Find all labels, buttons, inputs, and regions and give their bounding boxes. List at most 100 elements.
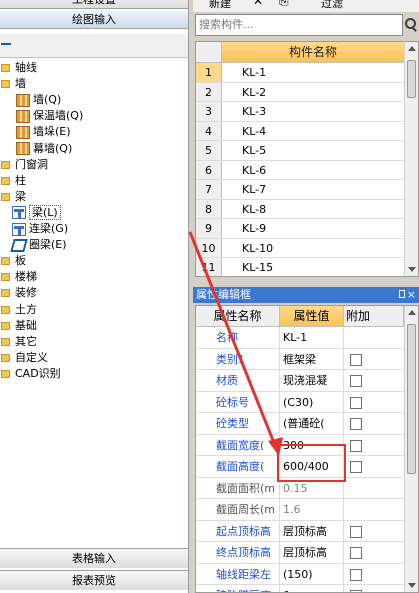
tree-item[interactable]: 自定义 [1, 350, 48, 366]
tree-item[interactable]: 土方 [1, 302, 37, 318]
property-row[interactable]: 砼类型 (普通砼( [196, 413, 404, 435]
tree-item[interactable]: 楼梯 [1, 269, 37, 285]
tree-item[interactable]: 墙垛(E) [16, 124, 71, 140]
filter-button[interactable]: 过滤 [321, 0, 343, 11]
table-row[interactable]: 5 KL-5 [196, 141, 404, 161]
extra-checkbox[interactable] [350, 396, 362, 409]
column-component-name[interactable]: 构件名称 [222, 42, 404, 62]
tab-report-preview[interactable]: 报表预览 [0, 570, 188, 590]
tree-item[interactable]: 基础 [1, 318, 37, 334]
beam-icon [12, 222, 26, 236]
header-extra[interactable]: 附加 [344, 306, 404, 326]
table-row[interactable]: 4 KL-4 [196, 121, 404, 141]
table-row[interactable]: 2 KL-2 [196, 82, 404, 102]
property-row[interactable]: 类别1 框架梁 [196, 348, 404, 370]
property-value[interactable]: KL-1 [280, 327, 344, 348]
component-name-cell[interactable]: KL-6 [222, 161, 404, 180]
wall-icon [16, 109, 30, 123]
tab-table-input[interactable]: 表格输入 [0, 548, 188, 568]
extra-checkbox[interactable] [350, 547, 362, 559]
property-value[interactable]: 现浇混凝 [280, 370, 344, 391]
scroll-down-icon[interactable] [408, 267, 416, 272]
property-value[interactable]: (普通砼( [280, 413, 344, 434]
property-row[interactable]: 砼标号 (C30) [196, 391, 404, 413]
tree-item[interactable]: 连梁(G) [12, 221, 68, 237]
property-value[interactable]: 框架梁 [280, 348, 344, 369]
tree-item-label: 基础 [15, 318, 37, 332]
property-value[interactable]: 层顶标高 [280, 542, 344, 563]
table-row[interactable]: 10 KL-10 [196, 238, 404, 258]
tree-item[interactable]: 墙(Q) [16, 92, 61, 108]
extra-checkbox[interactable] [350, 439, 362, 452]
tree-item[interactable]: 墙 [1, 76, 26, 92]
property-row[interactable]: 终点顶标高 层顶标高 [196, 542, 404, 564]
tree-item[interactable]: 其它 [1, 334, 37, 350]
tree-item[interactable]: 圈梁(E) [10, 237, 67, 253]
property-value[interactable]: (150) [280, 563, 344, 584]
extra-checkbox[interactable] [350, 525, 362, 538]
tree-item[interactable]: 梁 [1, 189, 26, 205]
property-row[interactable]: 材质 现浇混凝 [196, 370, 404, 392]
table-row[interactable]: 1 KL-1 [196, 63, 404, 83]
search-input[interactable]: 搜索构件... [195, 14, 403, 36]
scroll-up-icon[interactable] [408, 310, 416, 315]
property-row[interactable]: 起点顶标高 层顶标高 [196, 520, 404, 542]
scroll-thumb[interactable] [407, 324, 416, 474]
component-name-cell[interactable]: KL-3 [222, 102, 404, 121]
extra-checkbox[interactable] [350, 461, 362, 473]
delete-icon[interactable]: ✕ [253, 0, 263, 8]
component-name-cell[interactable]: KL-5 [222, 141, 404, 160]
component-name-cell[interactable]: KL-9 [222, 219, 404, 238]
property-row[interactable]: 截面周长(m 1.6 [196, 499, 404, 521]
component-name-cell[interactable]: KL-8 [222, 200, 404, 219]
property-scrollbar[interactable] [404, 306, 418, 592]
table-row[interactable]: 6 KL-6 [196, 160, 404, 180]
table-row[interactable]: 9 KL-9 [196, 219, 404, 239]
row-number: 10 [196, 238, 222, 257]
search-icon[interactable] [403, 16, 417, 32]
component-name-cell[interactable]: KL-2 [222, 83, 404, 102]
extra-checkbox[interactable] [350, 375, 362, 387]
component-name-cell[interactable]: KL-7 [222, 180, 404, 199]
extra-checkbox[interactable] [350, 418, 362, 430]
component-name-cell[interactable]: KL-4 [222, 122, 404, 141]
property-row[interactable]: 砖胎膜厚度0 [196, 585, 404, 592]
extra-checkbox[interactable] [350, 353, 362, 366]
table-row[interactable]: 11 KL-15 [196, 258, 404, 276]
tree-item[interactable]: 幕墙(Q) [16, 141, 72, 157]
table-row[interactable]: 8 KL-8 [196, 199, 404, 219]
pin-icon[interactable] [399, 290, 405, 298]
tree-item[interactable]: CAD识别 [1, 366, 61, 382]
tree-item[interactable]: 板 [1, 253, 26, 269]
tree-item[interactable]: 轴线 [1, 60, 37, 76]
property-value[interactable]: (C30) [280, 391, 344, 412]
component-name-cell[interactable]: KL-10 [222, 239, 404, 258]
tree-item[interactable]: 装修 [1, 285, 37, 301]
tree-item[interactable]: 门窗洞 [1, 157, 48, 173]
scroll-down-icon[interactable] [408, 583, 416, 588]
property-value[interactable]: 层顶标高 [280, 520, 344, 541]
property-value[interactable]: 0 [280, 585, 344, 592]
tree-item[interactable]: 柱 [1, 173, 26, 189]
header-property-name[interactable]: 属性名称 [196, 306, 280, 326]
component-name-cell[interactable]: KL-1 [222, 63, 404, 82]
tree-item[interactable]: 保温墙(Q) [16, 108, 83, 124]
property-row[interactable]: 名称 KL-1 [196, 327, 404, 349]
close-icon[interactable]: × [407, 287, 416, 303]
collapse-all-icon[interactable] [1, 43, 11, 45]
table-row[interactable]: 3 KL-3 [196, 102, 404, 122]
list-scrollbar[interactable] [404, 42, 418, 276]
tab-project-setup[interactable]: 工程设置 [0, 0, 188, 9]
tree-item[interactable]: 梁(L) [12, 204, 61, 221]
component-name-cell[interactable]: KL-15 [222, 258, 404, 276]
extra-checkbox[interactable] [350, 568, 362, 581]
table-row[interactable]: 7 KL-7 [196, 180, 404, 200]
header-property-value[interactable]: 属性值 [280, 306, 344, 326]
property-name: 材质 [196, 370, 280, 391]
copy-icon[interactable]: ⎘ [279, 0, 289, 9]
scroll-up-icon[interactable] [408, 46, 416, 51]
property-row[interactable]: 轴线距梁左 (150) [196, 563, 404, 585]
new-button[interactable]: 新建 [209, 0, 231, 11]
scroll-thumb[interactable] [407, 60, 416, 98]
tab-drawing-input[interactable]: 绘图输入 [0, 11, 188, 29]
